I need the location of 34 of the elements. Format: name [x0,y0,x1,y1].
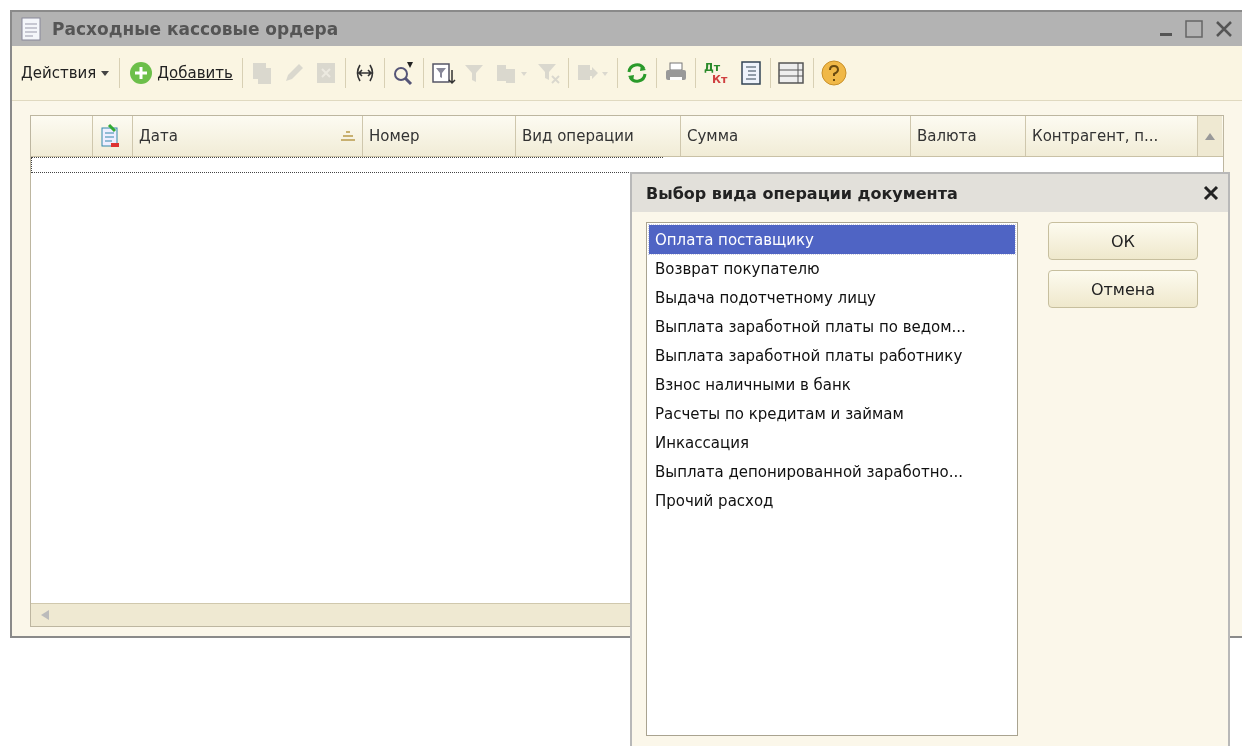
list-item[interactable]: Прочий расход [649,486,1015,515]
list-item[interactable]: Выплата заработной платы работнику [649,341,1015,370]
list-item[interactable]: Взнос наличными в банк [649,370,1015,399]
column-header[interactable]: Валюта [911,116,1026,156]
ok-button[interactable]: ОК [1048,222,1198,260]
list-item[interactable]: Расчеты по кредитам и займам [649,399,1015,428]
list-item[interactable]: Выдача подотчетному лицу [649,283,1015,312]
column-header[interactable]: Дата [133,116,363,156]
caret-icon [100,69,111,77]
dialog-title: Выбор вида операции документа [646,183,959,203]
focused-row[interactable] [31,157,663,173]
list-settings-icon[interactable] [776,60,807,86]
window-title: Расходные кассовые ордера [52,19,340,39]
cancel-button[interactable]: Отмена [1048,270,1198,308]
close-icon[interactable] [1202,184,1220,202]
list-item[interactable]: Выплата депонированной заработно... [649,457,1015,486]
help-icon[interactable] [819,59,848,87]
filter-icon[interactable] [429,60,456,86]
column-header[interactable]: Номер [363,116,516,156]
list-item[interactable]: Оплата поставщику [649,225,1015,254]
add-button[interactable]: Добавить [126,59,236,87]
scroll-up-button[interactable] [1198,116,1222,156]
debit-credit-icon[interactable]: Дт Кт [701,60,732,86]
document-status-icon [99,123,121,149]
list-item[interactable]: Возврат покупателю [649,254,1015,283]
list-item[interactable]: Инкассация [649,428,1015,457]
up-arrow-icon [1204,131,1216,141]
column-header[interactable]: Сумма [681,116,911,156]
document-icon [20,17,42,41]
column-header[interactable]: Вид операции [516,116,681,156]
maximize-icon[interactable] [1184,19,1204,39]
list-item[interactable]: Выплата заработной платы по ведом... [649,312,1015,341]
plus-icon [129,61,154,85]
actions-menu[interactable]: Действия [18,62,114,84]
